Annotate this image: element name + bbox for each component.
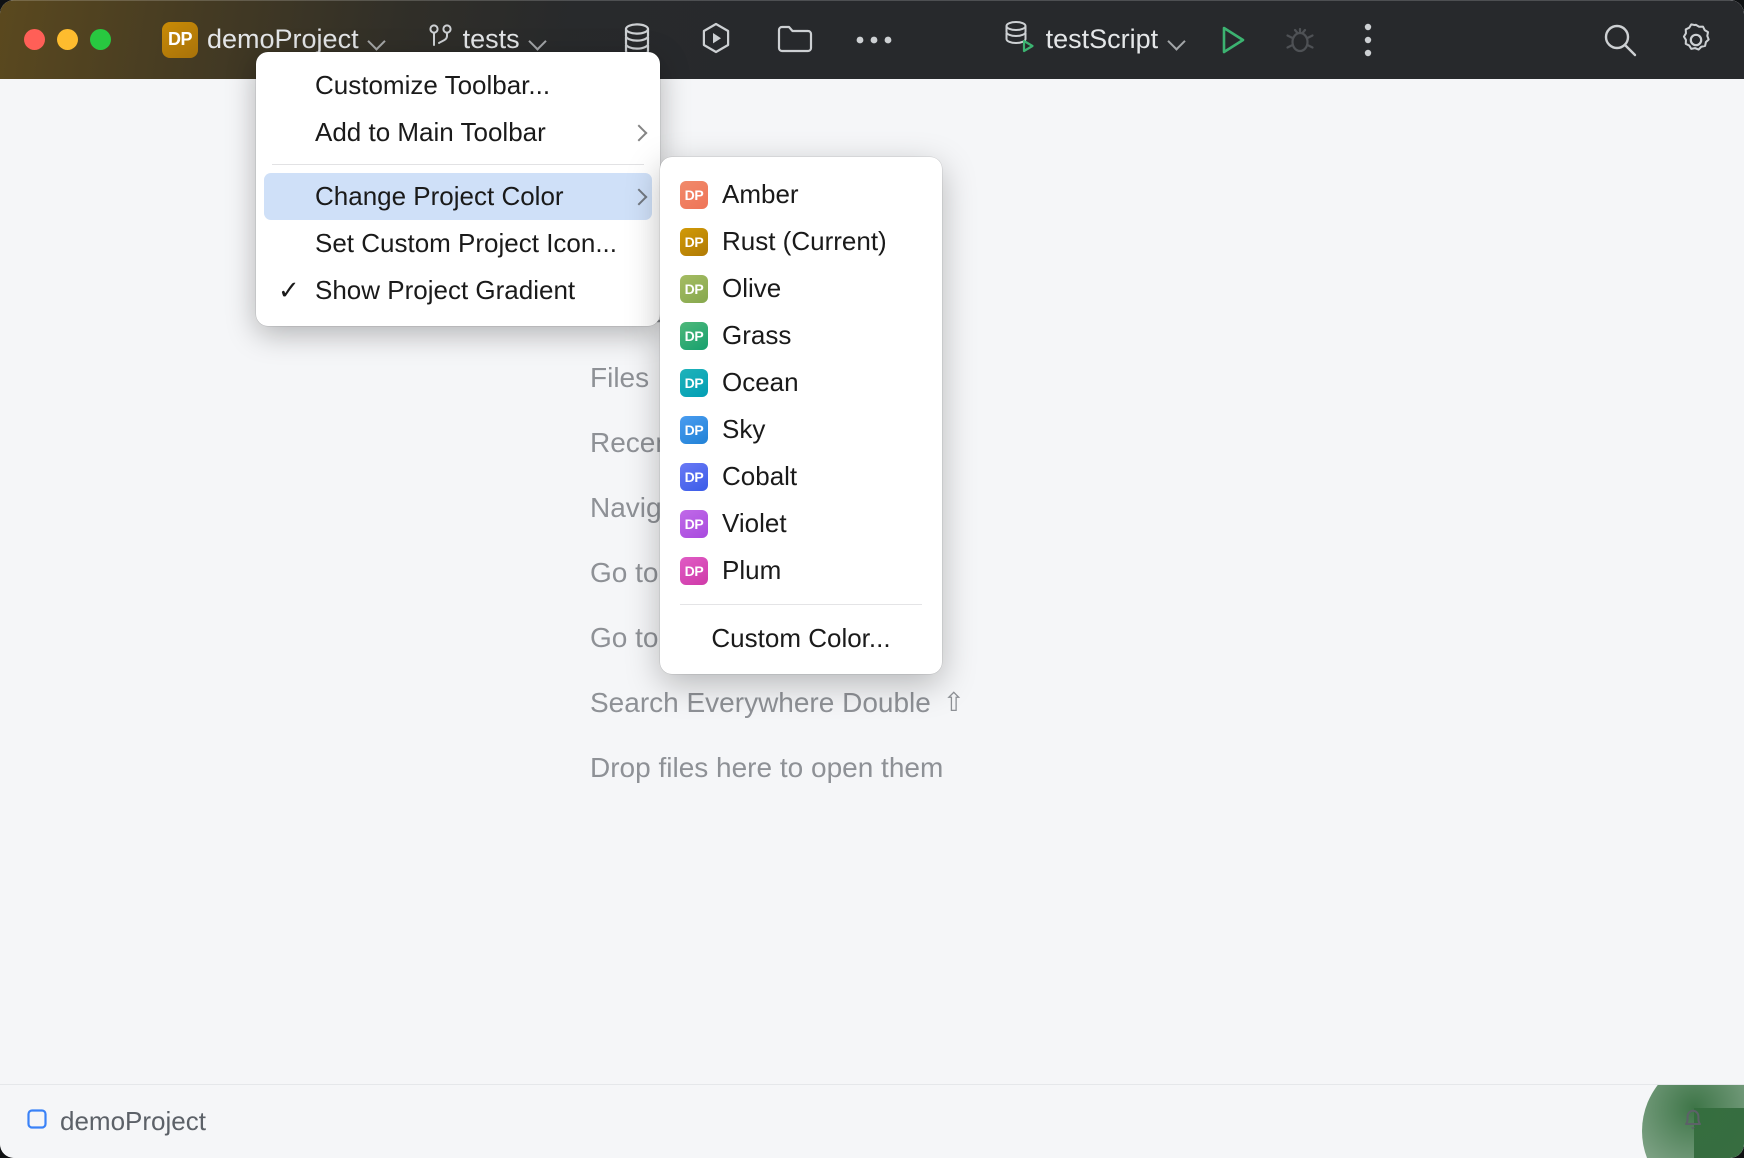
menu-separator xyxy=(272,164,644,165)
submenu-separator xyxy=(680,604,922,605)
color-option-cobalt[interactable]: DP Cobalt xyxy=(660,453,942,500)
color-option-grass[interactable]: DP Grass xyxy=(660,312,942,359)
menu-item-label: Add to Main Toolbar xyxy=(315,117,546,148)
project-badge-icon: DP xyxy=(680,369,708,397)
chevron-down-icon[interactable] xyxy=(368,31,386,49)
hint-label: Search Everywhere Double xyxy=(590,687,931,719)
search-icon[interactable] xyxy=(1600,20,1640,60)
hint-shortcut: ⇧ xyxy=(943,687,965,718)
hint-label: Navig xyxy=(590,492,662,524)
project-badge-icon: DP xyxy=(162,22,198,58)
menu-item-label: Show Project Gradient xyxy=(315,275,575,306)
project-name-label: demoProject xyxy=(207,24,359,55)
color-option-label: Rust (Current) xyxy=(722,226,887,257)
run-config-name-label: testScript xyxy=(1046,24,1159,55)
branch-name-label: tests xyxy=(463,24,520,55)
more-options-icon[interactable] xyxy=(854,20,894,60)
project-square-icon xyxy=(26,1108,48,1135)
color-option-label: Olive xyxy=(722,273,781,304)
project-context-menu: Customize Toolbar... Add to Main Toolbar… xyxy=(256,52,660,326)
color-option-custom[interactable]: Custom Color... xyxy=(660,615,942,662)
status-bar: demoProject xyxy=(0,1084,1744,1158)
run-config-icon xyxy=(1002,19,1036,60)
run-anything-icon[interactable] xyxy=(696,20,736,60)
project-badge-icon: DP xyxy=(680,416,708,444)
more-run-options-button[interactable] xyxy=(1348,20,1388,60)
menu-item-label: Change Project Color xyxy=(315,181,564,212)
color-option-label: Ocean xyxy=(722,367,799,398)
gear-icon[interactable] xyxy=(1676,20,1716,60)
toolbar-actions xyxy=(617,20,894,60)
menu-item-set-custom-project-icon[interactable]: Set Custom Project Icon... xyxy=(256,220,660,267)
custom-color-label: Custom Color... xyxy=(711,623,890,654)
chevron-down-icon[interactable] xyxy=(529,31,547,49)
color-option-ocean[interactable]: DP Ocean xyxy=(660,359,942,406)
hint-label: Files xyxy=(590,362,649,394)
project-badge-icon: DP xyxy=(680,463,708,491)
project-badge-icon: DP xyxy=(680,322,708,350)
menu-item-label: Set Custom Project Icon... xyxy=(315,228,617,259)
close-window-button[interactable] xyxy=(24,29,45,50)
project-badge-icon: DP xyxy=(680,228,708,256)
run-button[interactable] xyxy=(1212,20,1252,60)
window-controls xyxy=(24,29,111,50)
application-window: Datab Files Recen Navig Go to Go to Sear… xyxy=(0,0,1744,1158)
run-controls xyxy=(1212,20,1388,60)
chevron-right-icon xyxy=(632,126,646,140)
color-option-label: Sky xyxy=(722,414,765,445)
project-badge-icon: DP xyxy=(680,557,708,585)
debug-button[interactable] xyxy=(1280,20,1320,60)
check-icon: ✓ xyxy=(278,275,300,306)
hint-row: Drop files here to open them xyxy=(590,735,965,800)
minimize-window-button[interactable] xyxy=(57,29,78,50)
notifications-button[interactable] xyxy=(1676,1102,1710,1141)
color-option-sky[interactable]: DP Sky xyxy=(660,406,942,453)
project-badge-icon: DP xyxy=(680,181,708,209)
hint-label: Recen xyxy=(590,427,671,459)
color-option-plum[interactable]: DP Plum xyxy=(660,547,942,594)
hint-label: Drop files here to open them xyxy=(590,752,943,784)
titlebar-hairline xyxy=(0,0,1744,1)
project-badge-icon: DP xyxy=(680,275,708,303)
hint-label: Go to xyxy=(590,557,658,589)
status-bar-project-name: demoProject xyxy=(60,1106,206,1137)
hint-label: Go to xyxy=(590,622,658,654)
color-option-label: Violet xyxy=(722,508,787,539)
color-option-olive[interactable]: DP Olive xyxy=(660,265,942,312)
color-option-violet[interactable]: DP Violet xyxy=(660,500,942,547)
menu-item-add-to-main-toolbar[interactable]: Add to Main Toolbar xyxy=(256,109,660,156)
menu-item-customize-toolbar[interactable]: Customize Toolbar... xyxy=(256,62,660,109)
hint-row: Search Everywhere Double ⇧ xyxy=(590,670,965,735)
menu-item-change-project-color[interactable]: Change Project Color xyxy=(264,173,652,220)
toolbar-right-actions xyxy=(1600,20,1716,60)
chevron-right-icon xyxy=(632,190,646,204)
project-badge-icon: DP xyxy=(680,510,708,538)
color-option-label: Plum xyxy=(722,555,781,586)
maximize-window-button[interactable] xyxy=(90,29,111,50)
color-option-rust[interactable]: DP Rust (Current) xyxy=(660,218,942,265)
run-configuration-widget[interactable]: testScript xyxy=(1002,19,1187,60)
menu-item-show-project-gradient[interactable]: ✓ Show Project Gradient xyxy=(256,267,660,314)
menu-item-label: Customize Toolbar... xyxy=(315,70,550,101)
chevron-down-icon[interactable] xyxy=(1168,31,1186,49)
folder-icon[interactable] xyxy=(775,20,815,60)
status-bar-project-widget[interactable]: demoProject xyxy=(26,1106,206,1137)
color-option-amber[interactable]: DP Amber xyxy=(660,171,942,218)
color-option-label: Cobalt xyxy=(722,461,797,492)
color-option-label: Amber xyxy=(722,179,799,210)
change-project-color-submenu: DP Amber DP Rust (Current) DP Olive DP G… xyxy=(660,157,942,674)
color-option-label: Grass xyxy=(722,320,791,351)
